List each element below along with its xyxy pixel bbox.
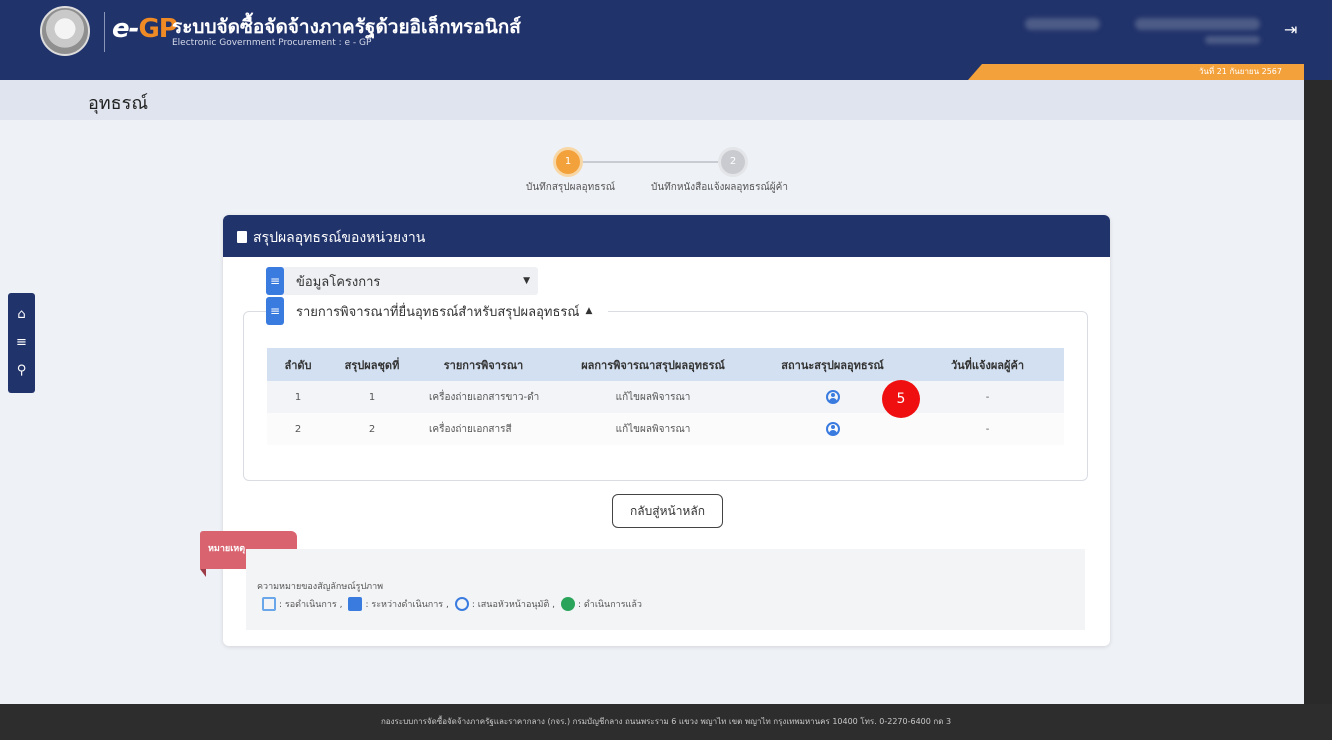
user-name-blurred [1135,18,1260,30]
page-title-band [0,80,1304,120]
card-header: สรุปผลอุทธรณ์ของหน่วยงาน [223,215,1110,257]
caret-down-icon: ▼ [523,276,530,286]
col-header-set: สรุปผลชุดที่ [329,348,415,381]
page-title: อุทธรณ์ [88,93,149,114]
step-2-label: บันทึกหนังสือแจ้งผลอุทธรณ์ผู้ค้า [651,182,788,193]
system-subtitle: Electronic Government Procurement : e - … [172,38,372,48]
legend-item-pending: : รอดำเนินการ , [262,597,342,611]
list-icon: ≡ [266,267,284,295]
table-row: 1 1 เครื่องถ่ายเอกสารขาว-ดำ แก้ไขผลพิจาร… [267,381,1064,413]
col-header-date: วันที่แจ้งผลผู้ค้า [911,348,1064,381]
legend-title: ความหมายของสัญลักษณ์รูปภาพ [257,582,384,592]
top-header: e-GP ระบบจัดซื้อจัดจ้างภาครัฐด้วยอิเล็กท… [0,0,1332,64]
cell-item: เครื่องถ่ายเอกสารขาว-ดำ [415,381,552,413]
cell-date: - [911,413,1064,445]
legend-row: : รอดำเนินการ , : ระหว่างดำเนินการ , : เ… [262,597,648,611]
right-edge-bar-top [1304,0,1332,80]
logout-icon[interactable]: ⇥ [1284,20,1304,40]
user-info-blurred [1025,18,1100,30]
cell-no: 1 [267,381,329,413]
cell-status [754,413,911,445]
legend-item-done: : ดำเนินการแล้ว [561,597,642,611]
appeal-items-table: ลำดับ สรุปผลชุดที่ รายการพิจารณา ผลการพิ… [267,348,1064,445]
step-1-label: บันทึกสรุปผลอุทธรณ์ [526,182,615,193]
current-date: วันที่ 21 กันยายน 2567 [968,64,1304,80]
side-toolbar: ⌂ ≡ ⚲ [8,293,35,393]
step-1-circle: 1 [556,150,580,174]
cell-no: 2 [267,413,329,445]
egp-logo[interactable]: e-GP [112,14,178,44]
col-header-result: ผลการพิจารณาสรุปผลอุทธรณ์ [552,348,754,381]
document-icon [237,231,247,243]
right-edge-bar [1304,0,1332,740]
cell-item: เครื่องถ่ายเอกสารสี [415,413,552,445]
header-divider [104,12,105,52]
project-info-label: ข้อมูลโครงการ [296,274,381,290]
project-info-toggle[interactable]: ≡ ข้อมูลโครงการ ▼ [266,267,538,295]
stepper-line [580,161,721,163]
table-row: 2 2 เครื่องถ่ายเอกสารสี แก้ไขผลพิจารณา - [267,413,1064,445]
table-header-row: ลำดับ สรุปผลชุดที่ รายการพิจารณา ผลการพิ… [267,348,1064,381]
col-header-item: รายการพิจารณา [415,348,552,381]
considered-items-label: รายการพิจารณาที่ยื่นอุทธรณ์สำหรับสรุปผลอ… [296,304,580,320]
cell-set: 2 [329,413,415,445]
garuda-seal-logo [40,6,90,56]
step-annotation-badge: 5 [882,380,920,418]
user-org-blurred [1205,36,1260,44]
back-to-main-button[interactable]: กลับสู่หน้าหลัก [612,494,723,528]
col-header-status: สถานะสรุปผลอุทธรณ์ [754,348,911,381]
list-icon: ≡ [266,297,284,325]
card-title: สรุปผลอุทธรณ์ของหน่วยงาน [253,230,426,246]
legend-item-inprogress: : ระหว่างดำเนินการ , [348,597,449,611]
cell-date: - [911,381,1064,413]
cell-result: แก้ไขผลพิจารณา [552,413,754,445]
home-icon[interactable]: ⌂ [17,307,25,323]
step-2-circle: 2 [721,150,745,174]
legend-item-propose: : เสนอหัวหน้าอนุมัติ , [454,597,555,611]
col-header-no: ลำดับ [267,348,329,381]
save-icon [348,597,363,611]
caret-up-icon: ▲ [585,306,593,316]
cell-result: แก้ไขผลพิจารณา [552,381,754,413]
user-approval-icon[interactable] [825,390,840,404]
cell-set: 1 [329,381,415,413]
user-icon [454,597,469,611]
menu-icon[interactable]: ≡ [16,335,27,351]
footer: กองระบบการจัดซื้อจัดจ้างภาครัฐและราคากลา… [0,704,1332,740]
edit-icon [262,597,276,611]
user-approval-icon[interactable] [825,422,840,436]
check-icon [561,597,576,611]
considered-items-toggle[interactable]: ≡ รายการพิจารณาที่ยื่นอุทธรณ์สำหรับสรุปผ… [266,297,608,325]
search-icon[interactable]: ⚲ [17,363,27,379]
